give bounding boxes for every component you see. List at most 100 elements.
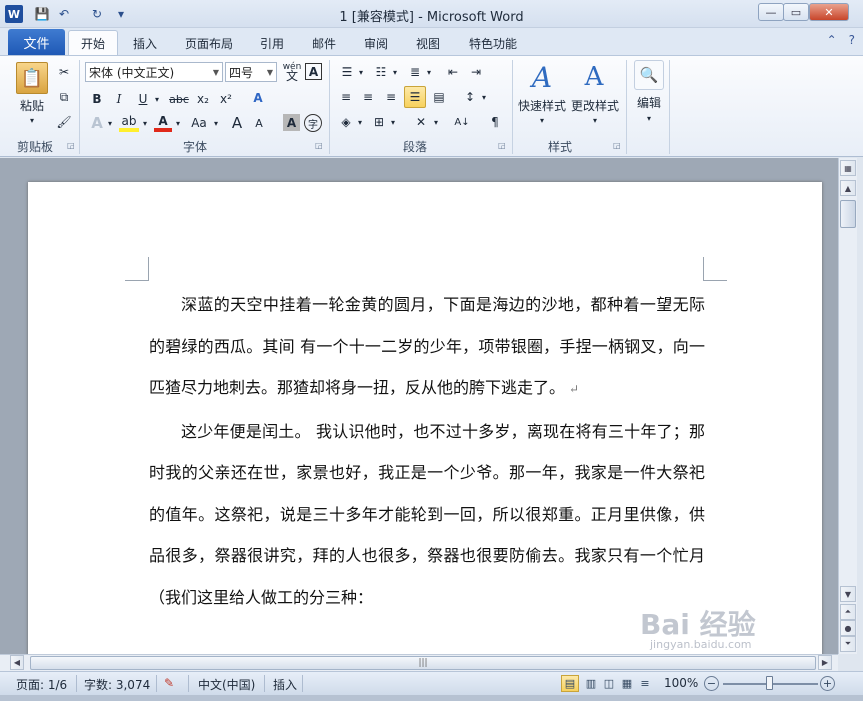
show-marks-icon[interactable]: ¶ bbox=[485, 113, 505, 131]
numbering-dropdown-icon[interactable]: ▾ bbox=[390, 66, 400, 78]
subscript-button[interactable]: x₂ bbox=[193, 90, 213, 108]
cut-icon[interactable]: ✂ bbox=[55, 63, 73, 81]
paragraph[interactable]: 深蓝的天空中挂着一轮金黄的圆月，下面是海边的沙地，都种着一望无际的碧绿的西瓜。其… bbox=[149, 284, 705, 411]
sort-icon[interactable]: A↓ bbox=[452, 113, 472, 131]
tab-page-layout[interactable]: 页面布局 bbox=[176, 30, 242, 56]
italic-button[interactable]: I bbox=[110, 90, 128, 108]
quick-styles-dropdown-icon[interactable]: ▾ bbox=[532, 114, 552, 126]
document-body[interactable]: 深蓝的天空中挂着一轮金黄的圆月，下面是海边的沙地，都种着一望无际的碧绿的西瓜。其… bbox=[149, 284, 705, 618]
shading-icon[interactable]: ◈ bbox=[336, 113, 356, 131]
zoom-in-icon[interactable]: + bbox=[820, 676, 835, 691]
numbering-icon[interactable]: ☷ bbox=[370, 63, 392, 81]
proofing-icon[interactable]: ✎ bbox=[164, 676, 174, 690]
justify-icon[interactable]: ☰ bbox=[404, 86, 426, 108]
close-button[interactable]: ✕ bbox=[809, 3, 849, 21]
enclose-characters-icon[interactable]: 字 bbox=[304, 114, 322, 132]
change-styles-icon[interactable]: A bbox=[576, 60, 612, 94]
insert-mode-indicator[interactable]: 插入 bbox=[273, 676, 297, 693]
document-page[interactable]: 深蓝的天空中挂着一轮金黄的圆月，下面是海边的沙地，都种着一望无际的碧绿的西瓜。其… bbox=[28, 182, 822, 654]
scroll-right-icon[interactable]: ▶ bbox=[818, 655, 832, 670]
align-center-icon[interactable]: ≡ bbox=[358, 88, 378, 106]
tab-file[interactable]: 文件 bbox=[8, 29, 65, 55]
minimize-button[interactable]: — bbox=[758, 3, 784, 21]
paste-dropdown-icon[interactable]: ▾ bbox=[22, 114, 42, 126]
browse-object-icon[interactable]: ● bbox=[840, 620, 856, 636]
text-effects-dropdown-icon[interactable]: ▾ bbox=[105, 117, 115, 129]
paragraph[interactable]: 这少年便是闰土。 我认识他时，也不过十多岁，离现在将有三十年了；那时我的父亲还在… bbox=[149, 411, 705, 619]
outline-view-icon[interactable]: ▦ bbox=[618, 675, 636, 692]
tab-references[interactable]: 引用 bbox=[250, 30, 294, 56]
editing-dropdown-icon[interactable]: ▾ bbox=[639, 112, 659, 124]
superscript-button[interactable]: x² bbox=[216, 90, 236, 108]
highlight-icon[interactable]: ab bbox=[119, 113, 139, 132]
paragraph-launcher-icon[interactable]: ◲ bbox=[498, 141, 506, 150]
maximize-button[interactable]: ▭ bbox=[783, 3, 809, 21]
clear-formatting-icon[interactable]: A bbox=[248, 88, 268, 108]
scroll-up-icon[interactable]: ▲ bbox=[840, 180, 856, 196]
line-spacing-dropdown-icon[interactable]: ▾ bbox=[479, 91, 489, 103]
shading-dropdown-icon[interactable]: ▾ bbox=[355, 116, 365, 128]
full-screen-reading-icon[interactable]: ▥ bbox=[582, 675, 600, 692]
zoom-slider-thumb[interactable] bbox=[766, 676, 773, 690]
tab-review[interactable]: 审阅 bbox=[354, 30, 398, 56]
strikethrough-button[interactable]: abc bbox=[168, 90, 190, 108]
borders-dropdown-icon[interactable]: ▾ bbox=[388, 116, 398, 128]
styles-launcher-icon[interactable]: ◲ bbox=[613, 141, 621, 150]
increase-indent-icon[interactable]: ⇥ bbox=[466, 63, 486, 81]
change-case-dropdown-icon[interactable]: ▾ bbox=[211, 117, 221, 129]
format-painter-icon[interactable]: 🖌 bbox=[55, 113, 73, 131]
quick-styles-button[interactable]: 快速样式 bbox=[514, 97, 570, 113]
tab-view[interactable]: 视图 bbox=[406, 30, 450, 56]
change-styles-dropdown-icon[interactable]: ▾ bbox=[585, 114, 605, 126]
phonetic-guide-icon[interactable]: wén 文 bbox=[282, 61, 302, 83]
underline-dropdown-icon[interactable]: ▾ bbox=[152, 92, 162, 106]
underline-button[interactable]: U bbox=[134, 90, 152, 108]
shrink-font-icon[interactable]: A bbox=[250, 114, 268, 132]
multilevel-list-icon[interactable]: ≣ bbox=[404, 63, 426, 81]
find-binoculars-icon[interactable]: 🔍 bbox=[634, 60, 664, 90]
print-layout-view-icon[interactable]: ▤ bbox=[561, 675, 579, 692]
word-count[interactable]: 字数: 3,074 bbox=[84, 676, 150, 693]
paste-button[interactable]: 粘贴 bbox=[12, 97, 52, 113]
character-border-icon[interactable]: A bbox=[305, 63, 322, 80]
zoom-level[interactable]: 100% bbox=[664, 676, 698, 690]
line-spacing-icon[interactable]: ↕ bbox=[460, 88, 480, 106]
vertical-scrollbar[interactable]: ▦ ▲ ▼ ⏶ ● ⏷ bbox=[838, 158, 857, 654]
align-left-icon[interactable]: ≡ bbox=[336, 88, 356, 106]
multilevel-dropdown-icon[interactable]: ▾ bbox=[424, 66, 434, 78]
borders-icon[interactable]: ⊞ bbox=[369, 113, 389, 131]
language-indicator[interactable]: 中文(中国) bbox=[198, 676, 255, 693]
vertical-scroll-thumb[interactable] bbox=[840, 200, 856, 228]
tab-mailings[interactable]: 邮件 bbox=[302, 30, 346, 56]
scroll-left-icon[interactable]: ◀ bbox=[10, 655, 24, 670]
quick-styles-icon[interactable]: A bbox=[524, 60, 560, 94]
copy-icon[interactable]: ⧉ bbox=[55, 88, 73, 106]
scroll-down-icon[interactable]: ▼ bbox=[840, 586, 856, 602]
decrease-indent-icon[interactable]: ⇤ bbox=[443, 63, 463, 81]
page-indicator[interactable]: 页面: 1/6 bbox=[16, 676, 67, 693]
paste-icon[interactable]: 📋 bbox=[16, 62, 48, 94]
horizontal-scroll-thumb[interactable]: ||| bbox=[30, 656, 816, 670]
align-right-icon[interactable]: ≡ bbox=[381, 88, 401, 106]
font-launcher-icon[interactable]: ◲ bbox=[315, 141, 323, 150]
bullets-icon[interactable]: ☰ bbox=[336, 63, 358, 81]
tab-special-features[interactable]: 特色功能 bbox=[460, 30, 526, 56]
distributed-icon[interactable]: ▤ bbox=[429, 88, 449, 106]
text-effects-icon[interactable]: A bbox=[88, 114, 106, 132]
grow-font-icon[interactable]: A bbox=[228, 114, 246, 132]
font-color-icon[interactable]: A bbox=[154, 113, 172, 132]
web-layout-icon[interactable]: ◫ bbox=[600, 675, 618, 692]
horizontal-scrollbar[interactable]: ◀ ||| ▶ bbox=[0, 654, 838, 671]
chinese-layout-dropdown-icon[interactable]: ▾ bbox=[431, 116, 441, 128]
change-case-button[interactable]: Aa bbox=[186, 114, 212, 132]
tab-home[interactable]: 开始 bbox=[68, 30, 118, 56]
character-shading-icon[interactable]: A bbox=[283, 114, 300, 131]
change-styles-button[interactable]: 更改样式 bbox=[568, 97, 622, 113]
draft-view-icon[interactable]: ≡ bbox=[636, 675, 654, 692]
font-color-dropdown-icon[interactable]: ▾ bbox=[173, 117, 183, 129]
previous-page-icon[interactable]: ⏶ bbox=[840, 604, 856, 620]
ruler-toggle-icon[interactable]: ▦ bbox=[840, 160, 856, 176]
bullets-dropdown-icon[interactable]: ▾ bbox=[356, 66, 366, 78]
font-size-select[interactable]: 四号 ▼ bbox=[225, 62, 277, 82]
chinese-layout-icon[interactable]: ✕ bbox=[410, 113, 432, 131]
